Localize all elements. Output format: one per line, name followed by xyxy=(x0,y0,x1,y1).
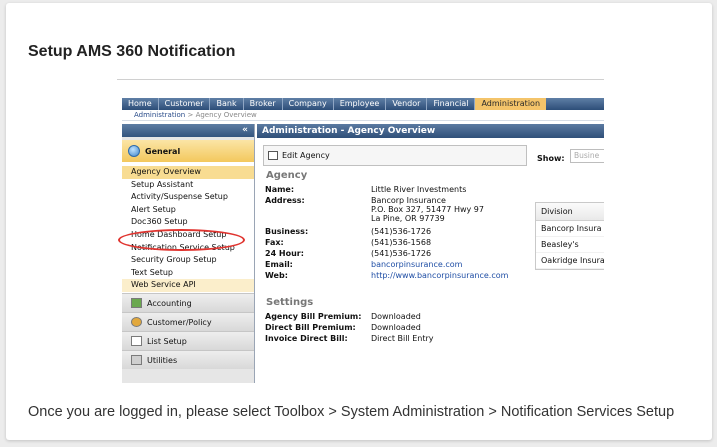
sidebar-item-doc360-setup[interactable]: Doc360 Setup xyxy=(122,216,254,229)
nav-customer[interactable]: Customer xyxy=(159,98,211,110)
screenshot-top-strip xyxy=(117,80,604,98)
address-line-1: Bancorp Insurance xyxy=(371,196,446,205)
sidebar-item-agency-overview[interactable]: Agency Overview xyxy=(122,166,254,179)
sidebar: « General Agency Overview Setup Assistan… xyxy=(122,124,255,383)
card-title: Setup AMS 360 Notification xyxy=(28,43,236,60)
sidebar-section-utilities[interactable]: Utilities xyxy=(122,350,254,369)
sidebar-section-label: Customer/Policy xyxy=(147,317,212,327)
sidebar-item-setup-assistant[interactable]: Setup Assistant xyxy=(122,179,254,192)
address-line-3: La Pine, OR 97739 xyxy=(371,214,445,223)
sidebar-section-label: List Setup xyxy=(147,336,187,346)
agency-heading: Agency xyxy=(266,170,308,181)
edit-agency-label: Edit Agency xyxy=(282,151,330,160)
sidebar-item-security-group-setup[interactable]: Security Group Setup xyxy=(122,254,254,267)
direct-bill-value: Downloaded xyxy=(371,323,421,332)
nav-company[interactable]: Company xyxy=(283,98,334,110)
customer-icon xyxy=(131,317,142,327)
sidebar-item-text-setup[interactable]: Text Setup xyxy=(122,267,254,280)
division-row[interactable]: Beasley's xyxy=(536,237,604,253)
list-icon xyxy=(131,336,142,346)
show-label: Show: xyxy=(537,154,565,163)
business-value: (541)536-1726 xyxy=(371,227,432,236)
nav-employee[interactable]: Employee xyxy=(334,98,387,110)
main-panel-title: Administration - Agency Overview xyxy=(257,124,604,138)
direct-bill-label: Direct Bill Premium: xyxy=(265,323,356,332)
email-label: Email: xyxy=(265,260,293,269)
sidebar-collapse-button[interactable]: « xyxy=(122,124,254,137)
division-row[interactable]: Oakridge Insura xyxy=(536,253,604,269)
tutorial-card: Setup AMS 360 Notification Home Customer… xyxy=(6,3,712,440)
division-grid: Division Bancorp Insura Beasley's Oakrid… xyxy=(535,202,604,270)
card-caption: Once you are logged in, please select To… xyxy=(28,404,675,420)
settings-heading: Settings xyxy=(266,297,314,308)
show-select[interactable]: Busine xyxy=(570,149,604,163)
breadcrumb-current: Agency Overview xyxy=(195,111,257,119)
name-value: Little River Investments xyxy=(371,185,467,194)
utilities-icon xyxy=(131,355,142,365)
edit-agency-button[interactable]: Edit Agency xyxy=(263,145,527,166)
agency-bill-label: Agency Bill Premium: xyxy=(265,312,362,321)
highlight-oval xyxy=(118,229,245,251)
nav-bank[interactable]: Bank xyxy=(210,98,244,110)
fax-label: Fax: xyxy=(265,238,284,247)
sidebar-section-customer-policy[interactable]: Customer/Policy xyxy=(122,312,254,331)
name-label: Name: xyxy=(265,185,295,194)
nav-home[interactable]: Home xyxy=(122,98,159,110)
breadcrumb-parent[interactable]: Administration xyxy=(134,111,185,119)
division-column-header[interactable]: Division xyxy=(536,203,604,221)
sidebar-general-header[interactable]: General xyxy=(122,140,254,162)
sidebar-section-list-setup[interactable]: List Setup xyxy=(122,331,254,350)
email-link[interactable]: bancorpinsurance.com xyxy=(371,260,462,269)
sidebar-item-activity-suspense-setup[interactable]: Activity/Suspense Setup xyxy=(122,191,254,204)
sidebar-general-label: General xyxy=(145,146,181,156)
nav-broker[interactable]: Broker xyxy=(244,98,283,110)
agency-bill-value: Downloaded xyxy=(371,312,421,321)
sidebar-item-web-service-api[interactable]: Web Service API xyxy=(122,279,254,292)
breadcrumb: Administration > Agency Overview xyxy=(122,110,604,121)
sidebar-general-list: Agency Overview Setup Assistant Activity… xyxy=(122,162,254,293)
invoice-direct-bill-value: Direct Bill Entry xyxy=(371,334,434,343)
sidebar-section-label: Accounting xyxy=(147,298,192,308)
sidebar-section-label: Utilities xyxy=(147,355,178,365)
globe-icon xyxy=(128,145,140,157)
invoice-direct-bill-label: Invoice Direct Bill: xyxy=(265,334,348,343)
address-line-2: P.O. Box 327, 51477 Hwy 97 xyxy=(371,205,484,214)
breadcrumb-separator: > xyxy=(187,111,194,119)
main-panel: Administration - Agency Overview Edit Ag… xyxy=(257,124,604,383)
sidebar-section-accounting[interactable]: Accounting xyxy=(122,293,254,312)
division-row[interactable]: Bancorp Insura xyxy=(536,221,604,237)
24-hour-label: 24 Hour: xyxy=(265,249,304,258)
nav-administration[interactable]: Administration xyxy=(475,98,547,110)
sidebar-item-alert-setup[interactable]: Alert Setup xyxy=(122,204,254,217)
business-label: Business: xyxy=(265,227,309,236)
web-link[interactable]: http://www.bancorpinsurance.com xyxy=(371,271,508,280)
edit-icon xyxy=(268,151,278,160)
24-hour-value: (541)536-1726 xyxy=(371,249,432,258)
fax-value: (541)536-1568 xyxy=(371,238,432,247)
top-nav-bar: Home Customer Bank Broker Company Employ… xyxy=(122,98,604,110)
nav-financial[interactable]: Financial xyxy=(427,98,476,110)
nav-vendor[interactable]: Vendor xyxy=(386,98,428,110)
accounting-icon xyxy=(131,298,142,308)
address-label: Address: xyxy=(265,196,305,205)
web-label: Web: xyxy=(265,271,288,280)
